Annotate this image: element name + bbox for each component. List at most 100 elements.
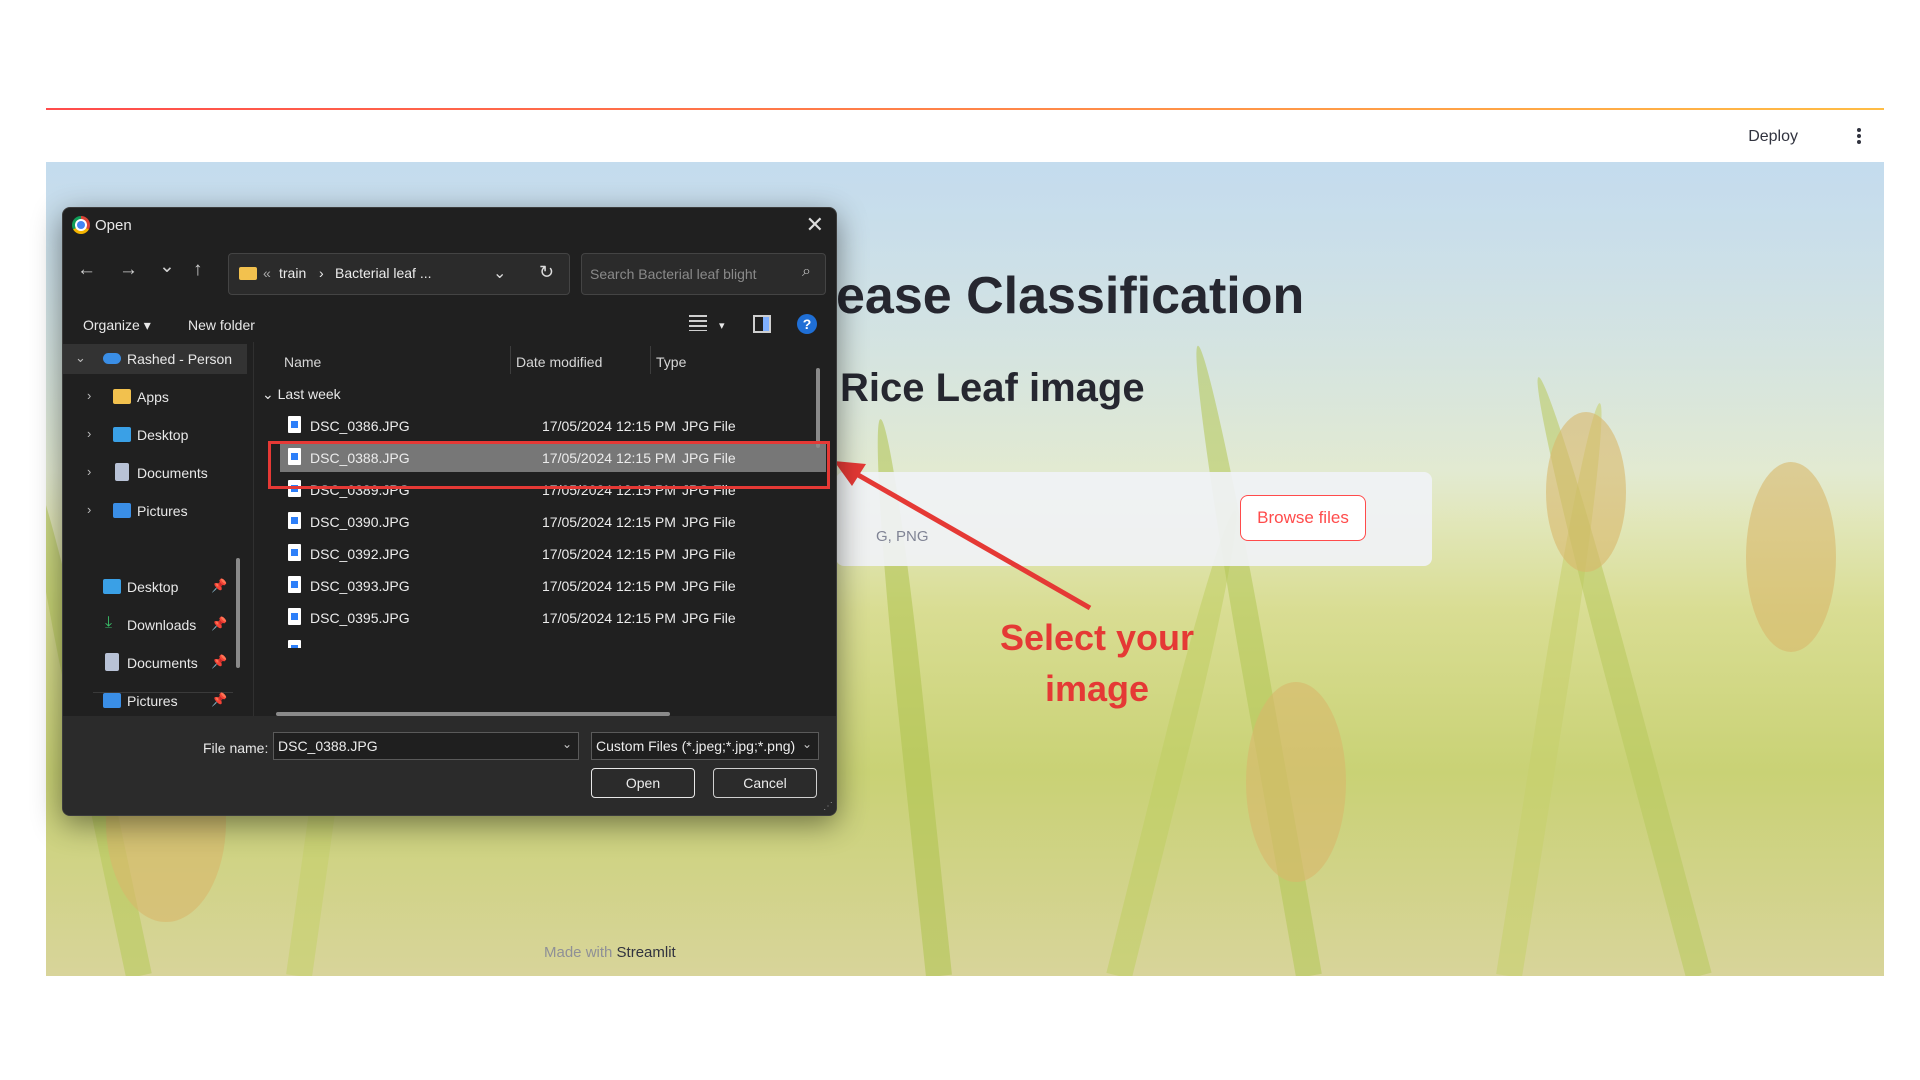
new-folder-button[interactable]: New folder bbox=[188, 317, 255, 333]
file-name-value: DSC_0388.JPG bbox=[278, 738, 378, 754]
pin-icon[interactable]: 📌 bbox=[211, 616, 227, 632]
file-type: JPG File bbox=[682, 418, 736, 434]
deploy-button[interactable]: Deploy bbox=[1748, 128, 1798, 146]
footer: Made with Streamlit bbox=[544, 944, 676, 961]
file-row[interactable]: DSC_0392.JPG 17/05/2024 12:15 PM JPG Fil… bbox=[280, 538, 826, 568]
view-options-icon[interactable] bbox=[689, 315, 707, 331]
chevron-down-icon[interactable]: ⌄ bbox=[75, 350, 86, 366]
back-arrow-icon[interactable]: ← bbox=[77, 259, 96, 281]
uploader-hint: G, PNG bbox=[876, 528, 929, 545]
organize-button[interactable]: Organize ▾ bbox=[83, 317, 151, 334]
desktop-icon bbox=[113, 427, 131, 442]
sidebar-item-pictures[interactable]: › Pictures bbox=[63, 496, 247, 526]
download-icon: ⤓ bbox=[105, 614, 113, 631]
sidebar-item-label: Pictures bbox=[137, 503, 188, 519]
refresh-icon[interactable]: ↻ bbox=[539, 262, 554, 283]
sidebar-item-label: Downloads bbox=[127, 617, 197, 633]
annotation-line-2: image bbox=[1044, 668, 1150, 709]
quick-access-pictures[interactable]: Pictures 📌 bbox=[63, 686, 247, 716]
sidebar-item-label: Rashed - Person bbox=[127, 351, 233, 367]
group-header-last-week[interactable]: ⌄ Last week bbox=[262, 386, 341, 403]
file-type: JPG File bbox=[682, 514, 736, 530]
file-name-field[interactable]: DSC_0388.JPG ⌄ bbox=[273, 732, 579, 760]
pictures-icon bbox=[113, 503, 131, 518]
file-row[interactable]: DSC_0386.JPG 17/05/2024 12:15 PM JPG Fil… bbox=[280, 410, 826, 440]
annotation-text: Select your image bbox=[982, 612, 1212, 714]
column-header-date[interactable]: Date modified bbox=[516, 354, 602, 370]
image-file-icon bbox=[288, 608, 301, 625]
quick-access-downloads[interactable]: ⤓ Downloads 📌 bbox=[63, 610, 247, 640]
view-dropdown-icon[interactable]: ▾ bbox=[719, 319, 725, 332]
file-name: DSC_0392.JPG bbox=[310, 546, 410, 562]
file-row[interactable]: DSC_0390.JPG 17/05/2024 12:15 PM JPG Fil… bbox=[280, 506, 826, 536]
chevron-right-icon[interactable]: › bbox=[87, 426, 91, 441]
sidebar-item-desktop[interactable]: › Desktop bbox=[63, 420, 247, 450]
quick-access-desktop[interactable]: Desktop 📌 bbox=[63, 572, 247, 602]
path-segment-current[interactable]: Bacterial leaf ... bbox=[335, 265, 432, 281]
column-header-name[interactable]: Name bbox=[284, 354, 321, 370]
page-subtitle: Rice Leaf image bbox=[840, 366, 1145, 410]
rice-grain-cluster bbox=[1246, 682, 1346, 882]
pictures-icon bbox=[103, 693, 121, 708]
kebab-icon[interactable] bbox=[1856, 126, 1862, 146]
column-divider[interactable] bbox=[510, 346, 511, 374]
path-overflow[interactable]: « bbox=[263, 265, 271, 281]
file-row-partial[interactable] bbox=[280, 634, 826, 648]
address-bar[interactable]: « train › Bacterial leaf ... ⌄ ↻ bbox=[228, 253, 570, 295]
chevron-down-icon[interactable]: ⌄ bbox=[493, 263, 506, 283]
navigation-scrollbar[interactable] bbox=[236, 558, 240, 668]
sidebar-item-label: Apps bbox=[137, 389, 169, 405]
preview-pane-icon[interactable] bbox=[753, 315, 771, 333]
file-date: 17/05/2024 12:15 PM bbox=[542, 546, 676, 562]
chevron-right-icon[interactable]: › bbox=[87, 388, 91, 403]
dialog-footer: File name: DSC_0388.JPG ⌄ Custom Files (… bbox=[63, 716, 836, 815]
search-placeholder: Search Bacterial leaf blight bbox=[590, 266, 757, 282]
rice-grain-cluster bbox=[1546, 412, 1626, 572]
sidebar-item-documents[interactable]: › Documents bbox=[63, 458, 247, 488]
quick-access-documents[interactable]: Documents 📌 bbox=[63, 648, 247, 678]
help-icon[interactable]: ? bbox=[797, 314, 817, 334]
sidebar-item-onedrive[interactable]: ⌄ Rashed - Person bbox=[63, 344, 247, 374]
annotation-line-1: Select your bbox=[999, 617, 1195, 658]
file-list-vertical-scrollbar[interactable] bbox=[816, 368, 820, 448]
column-divider[interactable] bbox=[650, 346, 651, 374]
path-segment-train[interactable]: train bbox=[279, 265, 306, 281]
up-arrow-icon[interactable]: ↑ bbox=[193, 259, 203, 281]
documents-icon bbox=[115, 463, 129, 481]
cancel-button[interactable]: Cancel bbox=[713, 768, 817, 798]
file-type-select[interactable]: Custom Files (*.jpeg;*.jpg;*.png) ⌄ bbox=[591, 732, 819, 760]
navigation-pane: ⌄ Rashed - Person › Apps › Desktop › Doc… bbox=[63, 344, 247, 716]
chevron-right-icon[interactable]: › bbox=[87, 502, 91, 517]
chrome-icon bbox=[72, 216, 90, 234]
forward-arrow-icon[interactable]: → bbox=[119, 259, 138, 281]
pin-icon[interactable]: 📌 bbox=[211, 692, 227, 708]
sidebar-item-label: Documents bbox=[137, 465, 208, 481]
image-file-icon bbox=[288, 544, 301, 561]
footer-prefix: Made with bbox=[544, 944, 613, 961]
chevron-right-icon[interactable]: › bbox=[87, 464, 91, 479]
file-type-value: Custom Files (*.jpeg;*.jpg;*.png) bbox=[596, 738, 796, 754]
image-file-icon bbox=[288, 640, 301, 648]
chevron-down-icon[interactable]: ⌄ bbox=[802, 737, 812, 751]
rice-grain-cluster bbox=[1746, 462, 1836, 652]
file-row[interactable]: DSC_0393.JPG 17/05/2024 12:15 PM JPG Fil… bbox=[280, 570, 826, 600]
file-date: 17/05/2024 12:15 PM bbox=[542, 514, 676, 530]
file-name: DSC_0386.JPG bbox=[310, 418, 410, 434]
app-header: Deploy bbox=[46, 110, 1884, 162]
resize-grip-icon[interactable]: ⋰ bbox=[823, 801, 833, 812]
dialog-title: Open bbox=[95, 217, 132, 234]
search-input[interactable]: Search Bacterial leaf blight ⌕ bbox=[581, 253, 826, 295]
streamlit-link[interactable]: Streamlit bbox=[617, 944, 676, 961]
open-button[interactable]: Open bbox=[591, 768, 695, 798]
pin-icon[interactable]: 📌 bbox=[211, 578, 227, 594]
open-file-dialog: Open ✕ ← → ⌄ ↑ « train › Bacterial leaf … bbox=[62, 207, 837, 816]
file-row[interactable]: DSC_0395.JPG 17/05/2024 12:15 PM JPG Fil… bbox=[280, 602, 826, 632]
column-header-type[interactable]: Type bbox=[656, 354, 686, 370]
browse-files-button[interactable]: Browse files bbox=[1240, 495, 1366, 541]
pin-icon[interactable]: 📌 bbox=[211, 654, 227, 670]
file-date: 17/05/2024 12:15 PM bbox=[542, 418, 676, 434]
sidebar-item-apps[interactable]: › Apps bbox=[63, 382, 247, 412]
close-icon[interactable]: ✕ bbox=[806, 212, 824, 238]
recent-locations-icon[interactable]: ⌄ bbox=[159, 255, 175, 278]
chevron-down-icon[interactable]: ⌄ bbox=[562, 737, 572, 751]
